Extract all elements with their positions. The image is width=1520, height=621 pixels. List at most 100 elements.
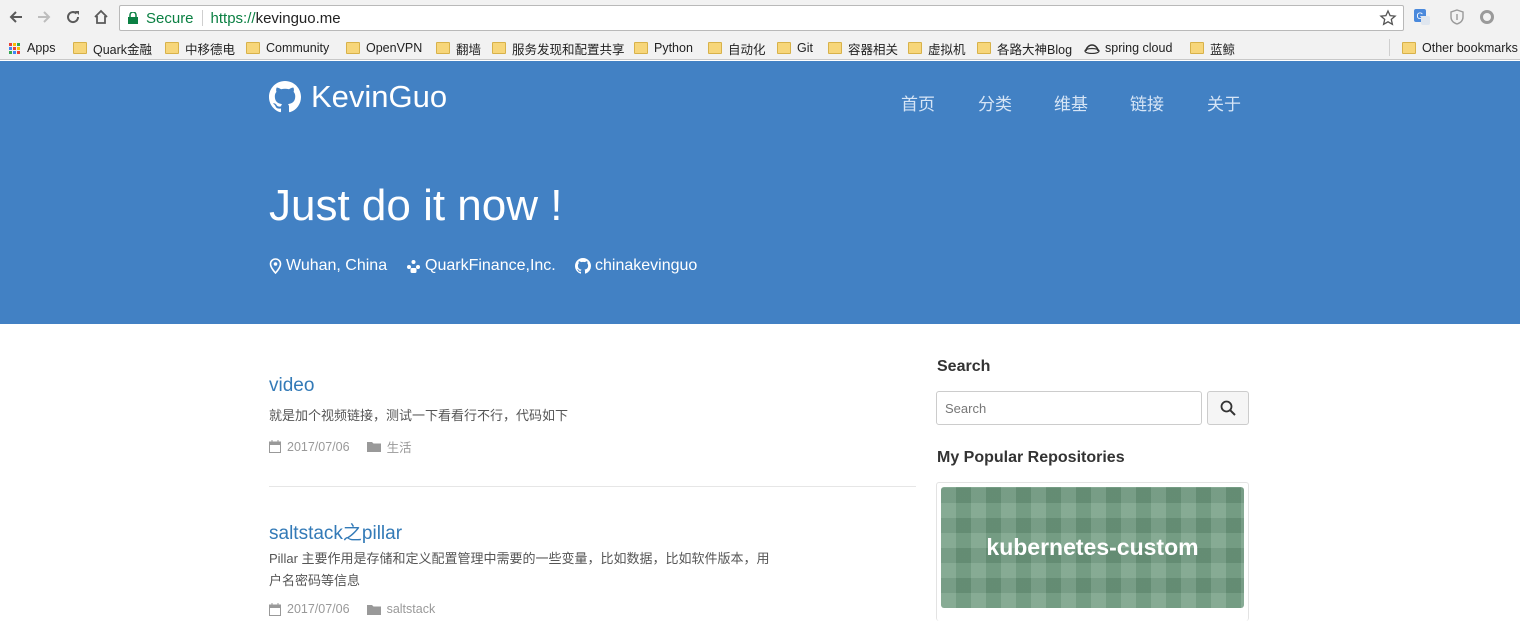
post-date: 2017/07/06 — [269, 440, 350, 454]
forward-arrow-icon — [38, 11, 51, 23]
bookmark-folder[interactable]: 各路大神Blog — [977, 39, 1072, 57]
reload-button[interactable] — [62, 6, 84, 28]
bookmark-folder[interactable]: 中移德电 — [165, 39, 235, 57]
post-date-text: 2017/07/06 — [287, 602, 350, 616]
bookmark-label: Quark金融 — [93, 42, 153, 57]
forward-button[interactable] — [33, 6, 55, 28]
repos-heading: My Popular Repositories — [937, 449, 1125, 466]
bookmark-folder[interactable]: 自动化 — [708, 39, 766, 57]
bookmark-label: Git — [797, 41, 813, 55]
github-username: chinakevinguo — [595, 257, 698, 274]
bookmark-label: spring cloud — [1105, 41, 1173, 55]
repo-card[interactable]: kubernetes-custom — [936, 482, 1249, 621]
nav-link-about[interactable]: 关于 — [1207, 90, 1241, 115]
company-text: QuarkFinance,Inc. — [425, 257, 556, 274]
search-icon — [1220, 400, 1236, 416]
post-title-link[interactable]: saltstack之pillar — [269, 518, 402, 545]
address-bar[interactable]: Secure https:// kevinguo.me — [119, 5, 1404, 31]
omnibox-separator — [201, 10, 203, 26]
bookmark-label: 服务发现和配置共享 — [512, 42, 625, 57]
folder-icon — [1402, 42, 1416, 54]
github-meta[interactable]: chinakevinguo — [575, 257, 697, 275]
bookmark-label: Community — [266, 41, 330, 55]
home-icon — [94, 9, 108, 24]
lock-icon — [128, 11, 140, 25]
home-button[interactable] — [90, 6, 112, 28]
post-excerpt-line: 户名密码等信息 — [269, 573, 361, 588]
nav-link-wiki[interactable]: 维基 — [1054, 90, 1088, 115]
bookmark-folder[interactable]: Python — [634, 39, 693, 57]
bookmark-spring-cloud[interactable]: spring cloud — [1084, 39, 1172, 57]
bookmark-label: Python — [654, 41, 693, 55]
folder-icon — [492, 42, 506, 54]
bookmark-label: 翻墙 — [456, 42, 482, 57]
repo-name: kubernetes-custom — [986, 534, 1199, 560]
post-divider — [269, 486, 916, 487]
brand-name: KevinGuo — [311, 79, 448, 114]
bookmark-folder[interactable]: Quark金融 — [73, 39, 152, 57]
bookmark-folder[interactable]: Community — [246, 39, 329, 57]
nav-link-categories[interactable]: 分类 — [978, 90, 1012, 115]
folder-icon — [777, 42, 791, 54]
folder-icon — [1190, 42, 1204, 54]
post-category-text: 生活 — [386, 441, 412, 455]
bookmark-folder[interactable]: 服务发现和配置共享 — [492, 39, 625, 57]
post-category[interactable]: saltstack — [366, 602, 436, 616]
site-brand[interactable]: KevinGuo — [269, 79, 447, 115]
secure-label: Secure — [146, 9, 194, 27]
folder-icon — [708, 42, 722, 54]
post-date-text: 2017/07/06 — [287, 439, 350, 454]
folder-icon — [908, 42, 922, 54]
folder-icon — [366, 604, 381, 615]
repo-banner: kubernetes-custom — [941, 487, 1244, 608]
bookmarks-bar: Apps Quark金融 中移德电 Community OpenVPN 翻墙 服… — [0, 35, 1520, 60]
folder-icon — [73, 42, 87, 54]
post-category[interactable]: 生活 — [366, 437, 412, 456]
bookmark-folder[interactable]: 虚拟机 — [908, 39, 966, 57]
post-category-text: saltstack — [386, 602, 436, 616]
bookmark-apps[interactable]: Apps — [9, 39, 56, 57]
post-meta: 2017/07/06 saltstack — [269, 602, 452, 616]
apps-grid-icon — [9, 42, 20, 54]
bookmark-label: 各路大神Blog — [997, 42, 1073, 57]
url-host: kevinguo.me — [255, 9, 341, 27]
post-excerpt: 就是加个视频链接，测试一下看看行不行，代码如下 — [269, 408, 569, 423]
search-input[interactable] — [936, 391, 1202, 425]
other-bookmarks[interactable]: Other bookmarks — [1402, 39, 1518, 57]
cloud-favicon-icon — [1084, 44, 1100, 54]
bookmarks-separator — [1389, 39, 1390, 56]
bookmark-label: 蓝鲸 — [1210, 42, 1236, 57]
other-bookmarks-label: Other bookmarks — [1422, 41, 1518, 55]
bookmark-star-icon[interactable] — [1379, 9, 1397, 27]
bookmark-label: 容器相关 — [848, 42, 899, 57]
bookmark-folder[interactable]: OpenVPN — [346, 39, 422, 57]
translate-extension-icon[interactable]: G — [1413, 8, 1431, 26]
folder-icon — [246, 42, 260, 54]
browser-toolbar: Secure https:// kevinguo.me G — [0, 0, 1520, 35]
reload-icon — [67, 11, 80, 24]
bookmark-label: OpenVPN — [366, 41, 423, 55]
site-slogan: Just do it now ! — [269, 181, 563, 230]
nav-link-links[interactable]: 链接 — [1130, 90, 1164, 115]
bookmark-folder[interactable]: Git — [777, 39, 813, 57]
post-date: 2017/07/06 — [269, 602, 350, 616]
back-button[interactable] — [5, 6, 27, 28]
bookmark-label: 虚拟机 — [928, 42, 966, 57]
record-extension-icon[interactable] — [1478, 8, 1496, 26]
search-button[interactable] — [1207, 391, 1249, 425]
post-excerpt: Pillar 主要作用是存储和定义配置管理中需要的一些变量，比如数据，比如软件版… — [269, 548, 829, 592]
organization-icon — [407, 259, 420, 273]
folder-icon — [977, 42, 991, 54]
post-meta: 2017/07/06 生活 — [269, 437, 429, 456]
site-header: KevinGuo 首页 分类 维基 链接 关于 Just do it now !… — [0, 61, 1520, 324]
calendar-icon — [269, 440, 281, 453]
nav-link-home[interactable]: 首页 — [901, 90, 935, 115]
shield-extension-icon[interactable] — [1448, 8, 1466, 26]
bookmark-folder[interactable]: 蓝鲸 — [1190, 39, 1235, 57]
folder-icon — [828, 42, 842, 54]
bookmark-folder[interactable]: 翻墙 — [436, 39, 481, 57]
post-title-link[interactable]: video — [269, 375, 314, 397]
post-excerpt-line: Pillar 主要作用是存储和定义配置管理中需要的一些变量，比如数据，比如软件版… — [269, 551, 770, 566]
bookmark-folder[interactable]: 容器相关 — [828, 39, 898, 57]
folder-icon — [346, 42, 360, 54]
